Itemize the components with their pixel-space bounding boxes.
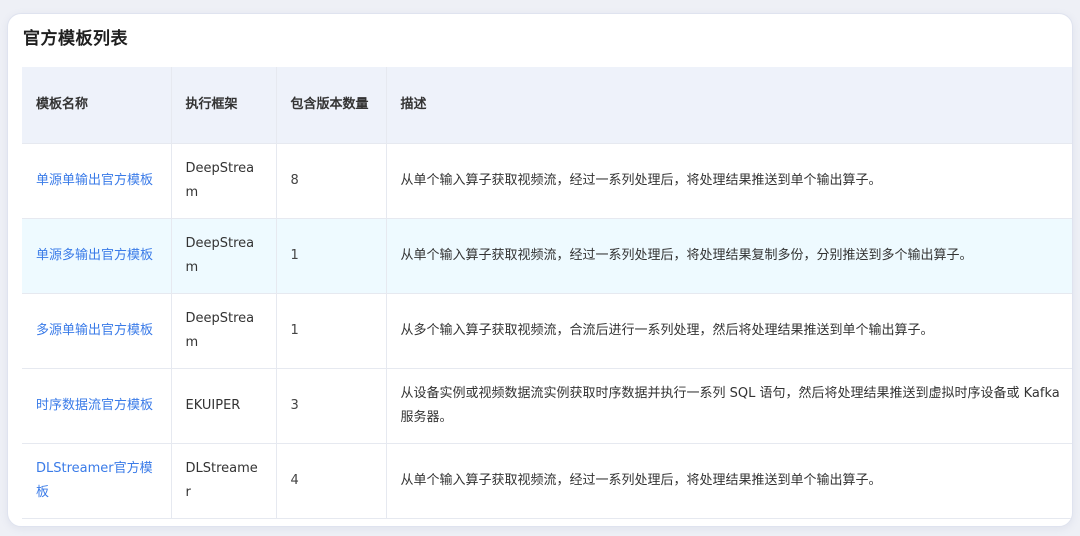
version-count-cell: 8 (276, 143, 387, 219)
description-cell: 从单个输入算子获取视频流，经过一系列处理后，将处理结果推送到单个输出算子。 (386, 443, 1072, 519)
template-name-link[interactable]: 时序数据流官方模板 (22, 368, 172, 444)
description-cell: 从设备实例或视频数据流实例获取时序数据并执行一系列 SQL 语句，然后将处理结果… (386, 368, 1072, 444)
table-row: 单源单输出官方模板 DeepStream 8 从单个输入算子获取视频流，经过一系… (22, 143, 1072, 219)
description-cell: 从单个输入算子获取视频流，经过一系列处理后，将处理结果复制多份，分别推送到多个输… (386, 218, 1072, 294)
template-name-link[interactable]: 多源单输出官方模板 (22, 293, 172, 369)
description-cell: 从单个输入算子获取视频流，经过一系列处理后，将处理结果推送到单个输出算子。 (386, 143, 1072, 219)
column-header-name[interactable]: 模板名称 (22, 67, 172, 144)
table-row: 时序数据流官方模板 EKUIPER 3 从设备实例或视频数据流实例获取时序数据并… (22, 368, 1072, 444)
template-name-link[interactable]: DLStreamer官方模板 (22, 443, 172, 519)
description-cell: 从多个输入算子获取视频流，合流后进行一系列处理，然后将处理结果推送到单个输出算子… (386, 293, 1072, 369)
page-title: 官方模板列表 (23, 29, 128, 49)
framework-cell: DeepStream (171, 218, 277, 294)
template-name-link[interactable]: 单源多输出官方模板 (22, 218, 172, 294)
table-row: 单源多输出官方模板 DeepStream 1 从单个输入算子获取视频流，经过一系… (22, 218, 1072, 294)
version-count-cell: 4 (276, 443, 387, 519)
version-count-cell: 3 (276, 368, 387, 444)
table-header-row: 模板名称 执行框架 包含版本数量 描述 (22, 67, 1072, 144)
framework-cell: DLStreamer (171, 443, 277, 519)
template-list-card: 官方模板列表 模板名称 执行框架 包含版本数量 描述 单源单输出官方模板 Dee… (7, 13, 1073, 527)
template-table: 模板名称 执行框架 包含版本数量 描述 单源单输出官方模板 DeepStream… (22, 67, 1072, 519)
column-header-version-count[interactable]: 包含版本数量 (276, 67, 387, 144)
framework-cell: DeepStream (171, 143, 277, 219)
version-count-cell: 1 (276, 293, 387, 369)
framework-cell: DeepStream (171, 293, 277, 369)
table-row: DLStreamer官方模板 DLStreamer 4 从单个输入算子获取视频流… (22, 443, 1072, 519)
column-header-description[interactable]: 描述 (386, 67, 1072, 144)
framework-cell: EKUIPER (171, 368, 277, 444)
table-row: 多源单输出官方模板 DeepStream 1 从多个输入算子获取视频流，合流后进… (22, 293, 1072, 369)
version-count-cell: 1 (276, 218, 387, 294)
column-header-framework[interactable]: 执行框架 (171, 67, 277, 144)
template-name-link[interactable]: 单源单输出官方模板 (22, 143, 172, 219)
